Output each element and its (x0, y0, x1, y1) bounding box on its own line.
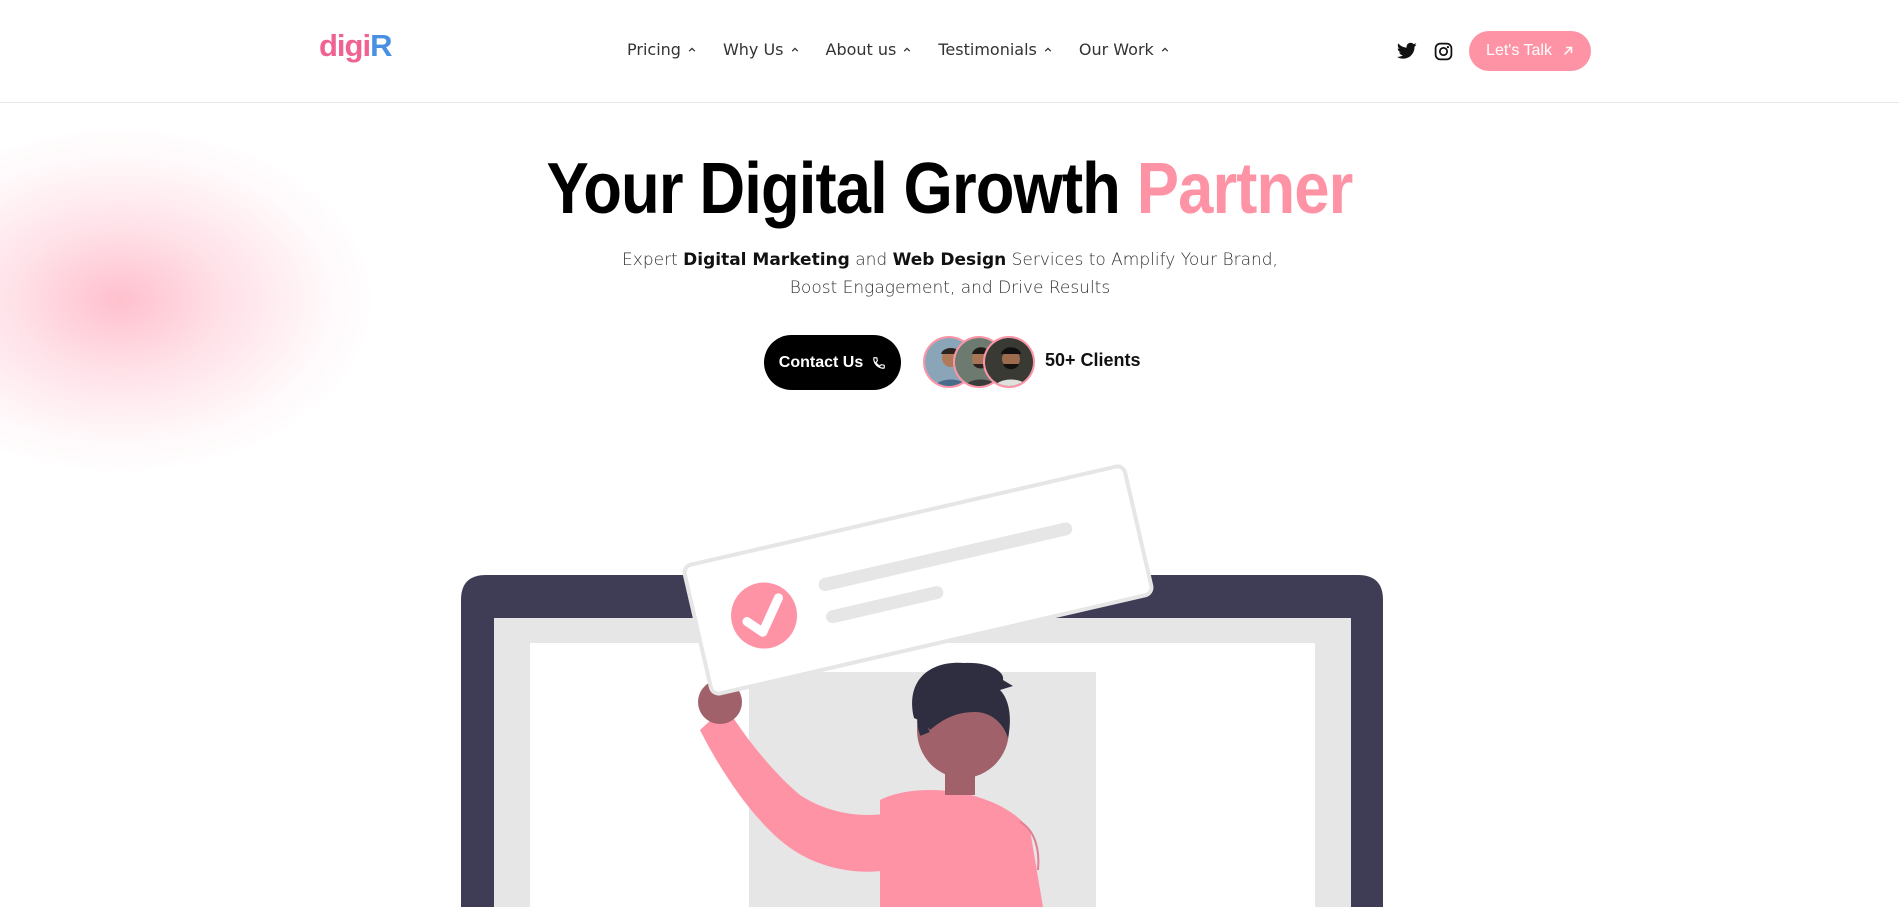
hero-illustration (461, 464, 1383, 907)
landing-page: digiR Pricing Why Us About us Testimonia… (0, 0, 1899, 907)
